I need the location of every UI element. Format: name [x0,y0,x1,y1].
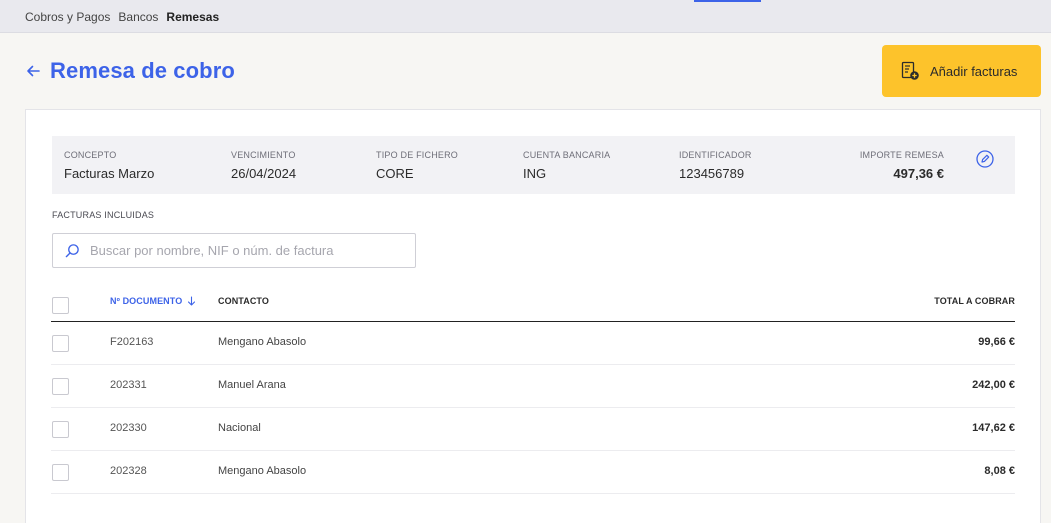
add-invoices-button[interactable]: Añadir facturas [882,45,1041,97]
identificador-label: IDENTIFICADOR [679,150,752,160]
concepto-value: Facturas Marzo [64,166,155,181]
contacto-header: CONTACTO [218,296,269,306]
edit-pencil-icon[interactable] [976,150,994,168]
importe-remesa-value: 497,36 € [893,166,944,181]
row-documento: 202328 [110,465,147,477]
row-checkbox[interactable] [52,421,69,438]
table-row[interactable]: 202330 Nacional 147,62 € [51,408,1015,451]
remesa-card: CONCEPTO Facturas Marzo VENCIMIENTO 26/0… [25,109,1041,523]
field-importe-remesa: IMPORTE REMESA 497,36 € [860,150,944,181]
vencimiento-label: VENCIMIENTO [231,150,296,160]
table-row[interactable]: 202328 Mengano Abasolo 8,08 € [51,451,1015,494]
vencimiento-value: 26/04/2024 [231,166,297,181]
documento-header-label: Nº DOCUMENTO [110,296,183,306]
row-documento: 202331 [110,379,147,391]
cuenta-bancaria-label: CUENTA BANCARIA [523,150,611,160]
breadcrumb-remesas[interactable]: Remesas [166,10,219,24]
search-icon [65,244,79,258]
row-documento: 202330 [110,422,147,434]
breadcrumb-cobros-y-pagos[interactable]: Cobros y Pagos [25,10,110,24]
invoice-search [52,233,416,268]
row-contacto: Mengano Abasolo [218,336,307,348]
page-title: Remesa de cobro [50,58,235,83]
sort-down-icon [188,296,196,306]
row-checkbox[interactable] [52,378,69,395]
sort-documento-header[interactable]: Nº DOCUMENTO [110,296,196,306]
table-header: Nº DOCUMENTO CONTACTO TOTAL A COBRAR [51,286,1015,322]
breadcrumb-bancos[interactable]: Bancos [118,10,158,24]
breadcrumb: Cobros y Pagos Bancos Remesas [25,10,219,24]
concepto-label: CONCEPTO [64,150,117,160]
invoices-table: Nº DOCUMENTO CONTACTO TOTAL A COBRAR F20… [51,286,1015,494]
tipo-fichero-value: CORE [376,166,414,181]
field-concepto: CONCEPTO Facturas Marzo [64,150,154,181]
importe-remesa-label: IMPORTE REMESA [859,150,944,160]
top-bar: Cobros y Pagos Bancos Remesas [0,0,1051,33]
active-tab-indicator [694,0,761,2]
row-contacto: Manuel Arana [218,379,286,391]
row-contacto: Nacional [218,422,261,434]
included-invoices-label: FACTURAS INCLUIDAS [52,210,155,220]
invoice-add-icon [901,61,919,80]
row-total: 99,66 € [978,336,1015,348]
row-contacto: Mengano Abasolo [218,465,307,477]
row-documento: F202163 [110,336,154,348]
field-identificador: IDENTIFICADOR 123456789 [679,150,752,181]
row-checkbox[interactable] [52,464,69,481]
table-row[interactable]: 202331 Manuel Arana 242,00 € [51,365,1015,408]
field-cuenta-bancaria: CUENTA BANCARIA ING [523,150,610,181]
add-invoices-label: Añadir facturas [930,63,1018,79]
identificador-value: 123456789 [679,166,745,181]
search-input[interactable] [90,243,390,258]
title-row: Remesa de cobro [25,58,235,84]
row-checkbox[interactable] [52,335,69,352]
row-total: 242,00 € [972,379,1015,391]
tipo-fichero-label: TIPO DE FICHERO [376,150,459,160]
remesa-summary: CONCEPTO Facturas Marzo VENCIMIENTO 26/0… [52,136,1015,194]
table-row[interactable]: F202163 Mengano Abasolo 99,66 € [51,322,1015,365]
select-all-checkbox[interactable] [52,297,69,314]
cuenta-bancaria-value: ING [523,166,547,181]
field-vencimiento: VENCIMIENTO 26/04/2024 [231,150,296,181]
row-total: 8,08 € [984,465,1015,477]
back-arrow-icon[interactable] [25,63,41,79]
field-tipo-fichero: TIPO DE FICHERO CORE [376,150,458,181]
row-total: 147,62 € [972,422,1015,434]
total-header: TOTAL A COBRAR [934,296,1015,306]
